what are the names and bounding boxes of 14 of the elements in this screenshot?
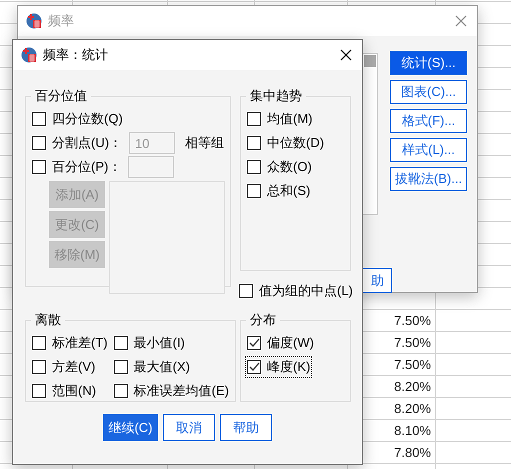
table-cell-text: 7.50% (393, 312, 432, 330)
table-cell-text: 7.50% (393, 334, 432, 352)
window-title: 频率 (48, 12, 75, 30)
group-title: 百分位值 (34, 87, 88, 105)
table-cell-text: 8.10% (393, 422, 432, 440)
field-label: 相等组 (185, 134, 224, 152)
group-title: 分布 (249, 311, 277, 329)
group-title: 集中趋势 (249, 87, 303, 105)
table-cell-text: 8.20% (393, 378, 432, 396)
table-cell-text: 8.20% (393, 400, 432, 418)
table-cell-text: 7.80% (393, 444, 432, 462)
group-title: 离散 (34, 311, 62, 329)
table-cell-text: 7.50% (393, 356, 432, 374)
window-title: 频率：统计 (43, 46, 109, 64)
